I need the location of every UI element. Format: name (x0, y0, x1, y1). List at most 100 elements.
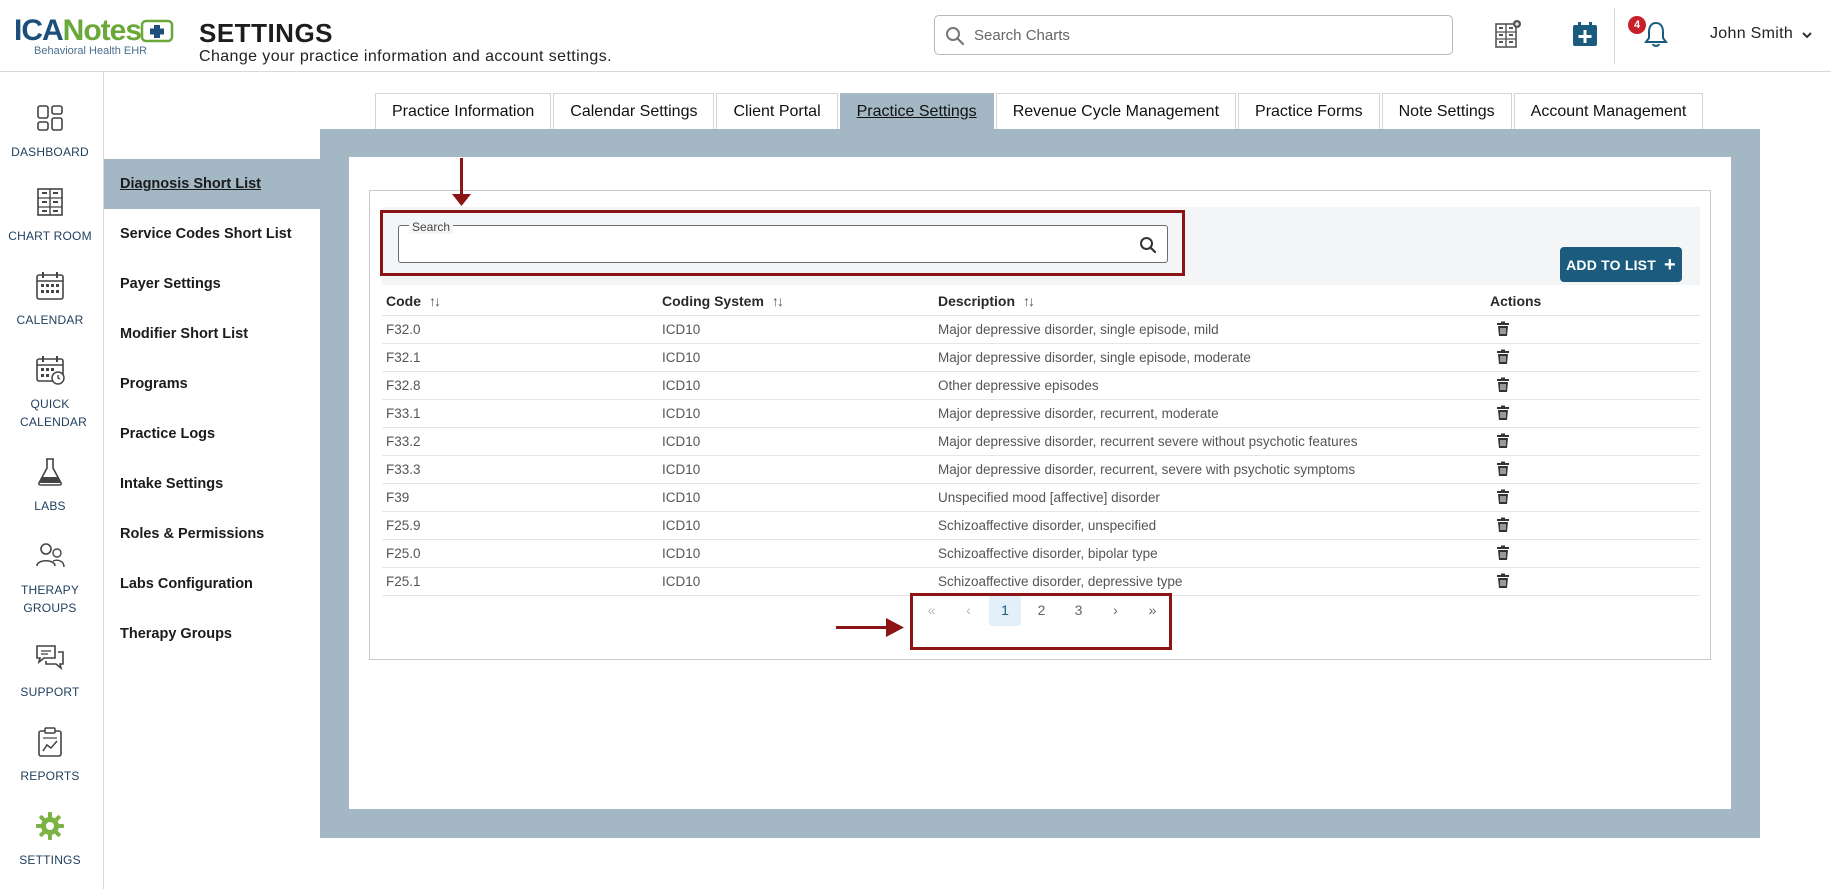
chart-room-quick-icon[interactable] (1488, 14, 1528, 54)
subnav-labs-configuration[interactable]: Labs Configuration (104, 559, 320, 609)
subnav-roles-permissions[interactable]: Roles & Permissions (104, 509, 320, 559)
subnav-service-codes-short-list[interactable]: Service Codes Short List (104, 209, 320, 259)
trash-icon[interactable] (1496, 461, 1510, 477)
sort-icon[interactable]: ↑↓ (1023, 293, 1035, 309)
notification-badge: 4 (1628, 16, 1646, 34)
description-cell: Major depressive disorder, recurrent, mo… (934, 399, 1486, 428)
tab-revenue-cycle-management[interactable]: Revenue Cycle Management (995, 93, 1237, 129)
tab-note-settings[interactable]: Note Settings (1381, 93, 1512, 129)
code-cell: F25.9 (382, 511, 658, 540)
actions-cell (1486, 483, 1700, 512)
subnav-diagnosis-short-list[interactable]: Diagnosis Short List (104, 159, 320, 209)
coding-system-cell: ICD10 (658, 427, 934, 456)
nav-chart-room[interactable]: CHART ROOM (0, 186, 100, 245)
trash-icon[interactable] (1496, 433, 1510, 449)
nav-chart-room-label: CHART ROOM (8, 229, 92, 243)
dashboard-icon (37, 105, 63, 131)
search-charts-field[interactable] (934, 15, 1453, 55)
column-header-description[interactable]: Description ↑↓ (934, 287, 1486, 316)
trash-icon[interactable] (1496, 573, 1510, 589)
pagination-arrow-shaft (836, 626, 890, 629)
description-cell: Major depressive disorder, recurrent, se… (934, 455, 1486, 484)
description-cell: Schizoaffective disorder, unspecified (934, 511, 1486, 540)
description-cell: Major depressive disorder, recurrent sev… (934, 427, 1486, 456)
subnav-programs[interactable]: Programs (104, 359, 320, 409)
code-cell: F25.1 (382, 567, 658, 596)
description-cell: Schizoaffective disorder, depressive typ… (934, 567, 1486, 596)
pagination-highlight-box (910, 593, 1172, 650)
tab-calendar-settings[interactable]: Calendar Settings (553, 93, 715, 129)
nav-support[interactable]: SUPPORT (0, 642, 100, 701)
table-row: F32.1 ICD10 Major depressive disorder, sin… (382, 343, 1700, 372)
nav-therapy-groups[interactable]: THERAPY GROUPS (0, 540, 100, 617)
nav-calendar[interactable]: CALENDAR (0, 270, 100, 329)
coding-system-cell: ICD10 (658, 315, 934, 344)
code-cell: F25.0 (382, 539, 658, 568)
nav-therapy-groups-label: THERAPY GROUPS (20, 583, 80, 615)
tab-practice-forms[interactable]: Practice Forms (1238, 93, 1380, 129)
subnav-therapy-groups[interactable]: Therapy Groups (104, 609, 320, 659)
add-calendar-icon-button[interactable] (1565, 14, 1605, 54)
code-cell: F32.8 (382, 371, 658, 400)
actions-cell (1486, 567, 1700, 596)
tab-practice-information[interactable]: Practice Information (375, 93, 552, 129)
nav-dashboard[interactable]: DASHBOARD (0, 102, 100, 161)
chevron-down-icon[interactable] (1800, 28, 1814, 42)
table-row: F25.9 ICD10 Schizoaffective disorder, unsp… (382, 511, 1700, 540)
trash-icon[interactable] (1496, 377, 1510, 393)
trash-icon[interactable] (1496, 321, 1510, 337)
column-code-label: Code (386, 292, 421, 309)
tab-account-management[interactable]: Account Management (1513, 93, 1704, 129)
code-cell: F33.3 (382, 455, 658, 484)
settings-tabs: Practice Information Calendar Settings C… (375, 93, 1705, 129)
table-row: F32.0 ICD10 Major depressive disorder, sin… (382, 315, 1700, 344)
gear-icon (36, 812, 64, 840)
add-to-list-label: ADD TO LIST (1566, 256, 1656, 273)
trash-icon[interactable] (1496, 517, 1510, 533)
table-body: F32.0 ICD10 Major depressive disorder, sin… (382, 315, 1700, 596)
subnav-modifier-short-list[interactable]: Modifier Short List (104, 309, 320, 359)
search-charts-input[interactable] (974, 24, 1434, 46)
subnav-payer-settings[interactable]: Payer Settings (104, 259, 320, 309)
code-cell: F39 (382, 483, 658, 512)
table-row: F25.0 ICD10 Schizoaffective disorder, bipo… (382, 539, 1700, 568)
table-row: F33.2 ICD10 Major depressive disorder, rec… (382, 427, 1700, 456)
description-cell: Schizoaffective disorder, bipolar type (934, 539, 1486, 568)
column-header-coding-system[interactable]: Coding System ↑↓ (658, 287, 934, 316)
column-header-code[interactable]: Code ↑↓ (382, 287, 658, 316)
bell-icon (1644, 21, 1668, 47)
flask-icon (38, 458, 62, 486)
subnav-intake-settings[interactable]: Intake Settings (104, 459, 320, 509)
tab-practice-settings[interactable]: Practice Settings (839, 93, 994, 129)
logo-text-notes: Notes (62, 14, 142, 47)
icanotes-logo[interactable]: ICANotes Behavioral Health EHR (14, 16, 174, 60)
sort-icon[interactable]: ↑↓ (429, 293, 441, 309)
trash-icon[interactable] (1496, 349, 1510, 365)
trash-icon[interactable] (1496, 405, 1510, 421)
table-row: F25.1 ICD10 Schizoaffective disorder, depr… (382, 567, 1700, 596)
trash-icon[interactable] (1496, 545, 1510, 561)
nav-settings[interactable]: SETTINGS (0, 810, 100, 869)
column-header-actions: Actions (1486, 287, 1700, 316)
calendar-icon (36, 272, 64, 300)
sort-icon[interactable]: ↑↓ (772, 293, 784, 309)
nav-dashboard-label: DASHBOARD (11, 145, 89, 159)
code-cell: F32.0 (382, 315, 658, 344)
coding-system-cell: ICD10 (658, 399, 934, 428)
trash-icon[interactable] (1496, 489, 1510, 505)
tab-client-portal[interactable]: Client Portal (716, 93, 838, 129)
actions-cell (1486, 427, 1700, 456)
logo-text-ica: ICA (14, 14, 64, 47)
page-title: SETTINGS (199, 18, 334, 48)
arrow-down-icon (452, 194, 471, 206)
table-row: F33.1 ICD10 Major depressive disorder, rec… (382, 399, 1700, 428)
nav-labs[interactable]: LABS (0, 456, 100, 515)
coding-system-cell: ICD10 (658, 455, 934, 484)
subnav-practice-logs[interactable]: Practice Logs (104, 409, 320, 459)
nav-quick-calendar[interactable]: QUICK CALENDAR (0, 354, 100, 431)
user-menu-name[interactable]: John Smith (1710, 25, 1793, 43)
nav-reports[interactable]: REPORTS (0, 726, 100, 785)
add-to-list-button[interactable]: ADD TO LIST + (1560, 247, 1682, 282)
coding-system-cell: ICD10 (658, 371, 934, 400)
cabinet-plus-icon (1495, 20, 1521, 48)
